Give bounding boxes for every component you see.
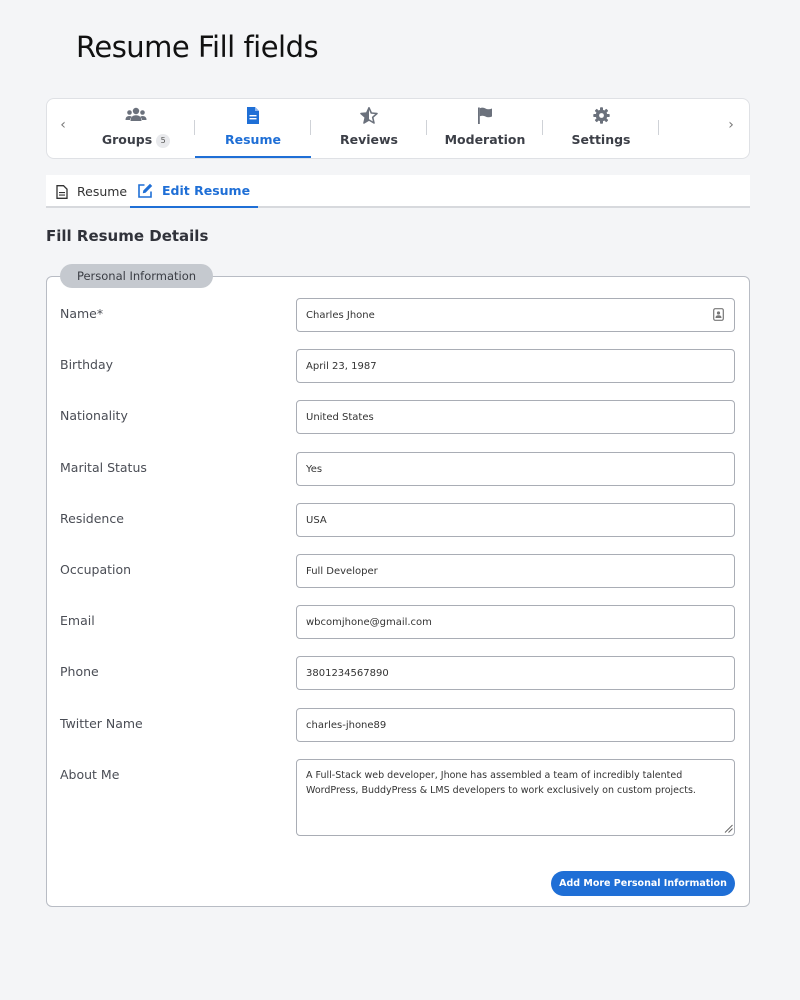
subtab-label: Edit Resume [162,183,251,198]
form-heading: Fill Resume Details [46,227,209,245]
tab-label: Groups 5 [78,132,194,148]
name-label: Name* [60,306,104,321]
resume-subnav: Resume Edit Resume [46,175,750,208]
residence-label: Residence [60,511,124,526]
subtab-label: Resume [77,184,128,199]
flag-icon [427,107,543,125]
section-legend: Personal Information [60,264,213,288]
name-field[interactable] [296,298,735,332]
occupation-field[interactable] [296,554,735,588]
add-more-info-button[interactable]: Add More Personal Information [551,871,735,896]
residence-field[interactable] [296,503,735,537]
phone-field[interactable] [296,656,735,690]
email-field[interactable] [296,605,735,639]
nationality-field[interactable] [296,400,735,434]
birthday-field[interactable] [296,349,735,383]
tab-resume[interactable]: Resume [195,99,311,158]
tab-label: Settings [571,132,631,147]
contact-card-icon[interactable] [713,308,724,321]
groups-count-badge: 5 [156,134,171,148]
document-icon [56,184,68,199]
nationality-label: Nationality [60,408,128,423]
profile-tabs-bar: ‹ Groups 5 Resume Reviews Moderation Set… [46,98,750,159]
twitter-field[interactable] [296,708,735,742]
edit-icon [138,183,153,198]
occupation-label: Occupation [60,562,132,577]
gear-icon [543,107,659,125]
chevron-left-icon[interactable]: ‹ [55,117,71,133]
users-icon [78,107,194,125]
tab-label: Reviews [339,132,398,147]
twitter-label: Twitter Name [60,716,143,731]
tab-settings[interactable]: Settings [543,99,659,158]
tab-reviews[interactable]: Reviews [311,99,427,158]
chevron-right-icon[interactable]: › [723,117,739,133]
phone-label: Phone [60,664,99,679]
star-icon [311,107,427,125]
tab-moderation[interactable]: Moderation [427,99,543,158]
about-label: About Me [60,767,120,782]
document-icon [195,107,311,125]
tab-divider [658,120,659,135]
subtab-resume[interactable]: Resume [56,175,127,208]
tab-label: Moderation [444,132,526,147]
tab-label: Resume [225,132,281,147]
subtab-edit-resume[interactable]: Edit Resume [130,175,259,208]
page-title: Resume Fill fields [76,30,319,64]
email-label: Email [60,613,95,628]
birthday-label: Birthday [60,357,114,372]
tab-groups[interactable]: Groups 5 [78,99,194,158]
about-me-textarea[interactable]: A Full-Stack web developer, Jhone has as… [296,759,735,836]
resize-handle-icon[interactable] [724,824,733,833]
marital-status-field[interactable] [296,452,735,486]
marital-status-label: Marital Status [60,460,147,475]
